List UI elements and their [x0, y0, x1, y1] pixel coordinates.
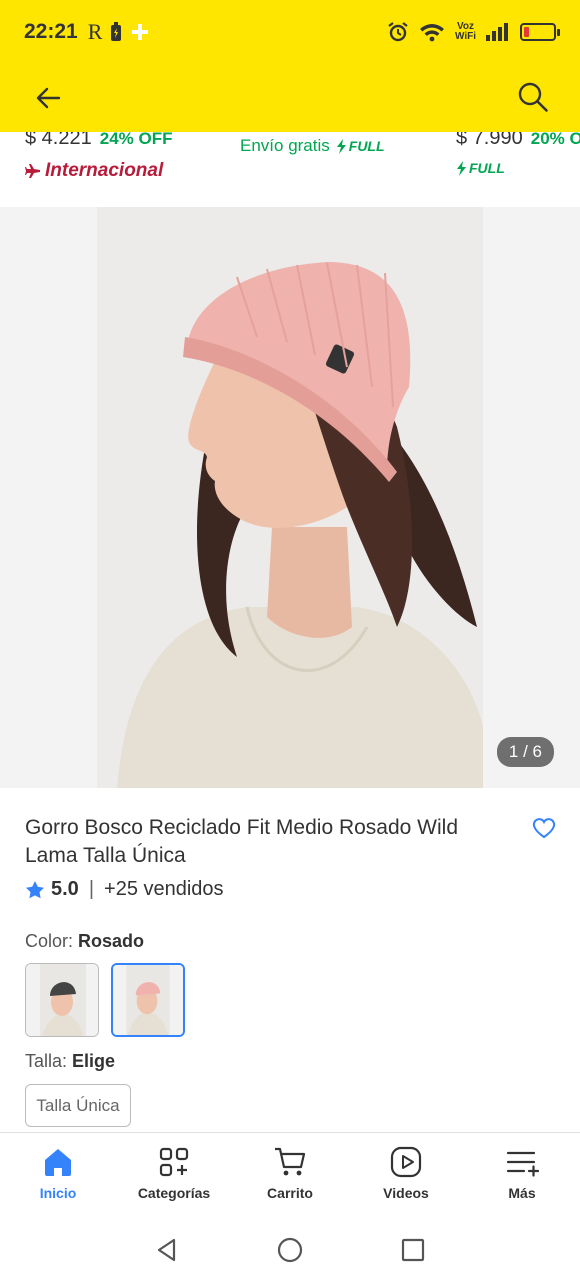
size-value: Elige — [72, 1051, 116, 1071]
swatch-thumbnail — [113, 965, 183, 1035]
tab-label: Categorías — [137, 1185, 211, 1201]
lightning-icon — [336, 138, 346, 154]
free-shipping-label: Envío gratis — [240, 136, 330, 155]
bottom-tab-bar: Inicio Categorías Carrito Videos Más — [0, 1132, 580, 1220]
related-item-price: $ 4.221 — [25, 132, 92, 149]
tab-categorias[interactable]: Categorías — [116, 1133, 232, 1220]
rating-score: 5.0 — [51, 878, 79, 900]
international-label: Internacional — [45, 160, 164, 181]
color-value: Rosado — [78, 931, 145, 951]
swatch-thumbnail — [26, 964, 98, 1036]
lightning-icon — [457, 160, 466, 176]
status-left-icons: R — [88, 19, 151, 45]
color-swatch-pink[interactable] — [111, 963, 185, 1037]
related-item-1[interactable]: $ 4.221 24% OFF Internacional — [25, 132, 172, 182]
more-icon — [506, 1151, 539, 1177]
voz-wifi-indicator: Voz WiFi — [455, 22, 476, 42]
size-label-text: Talla: — [25, 1051, 68, 1071]
related-products-strip: $ 4.221 24% OFF Internacional Envío grati… — [0, 132, 580, 192]
plus-icon — [132, 24, 149, 40]
nav-back-icon[interactable] — [153, 1236, 181, 1264]
related-item-2[interactable]: Envío gratis FULL — [240, 136, 385, 156]
sold-count: +25 vendidos — [104, 878, 224, 900]
product-title: Gorro Bosco Reciclado Fit Medio Rosado W… — [25, 816, 459, 867]
rating-separator: | — [88, 878, 95, 900]
tab-label: Inicio — [39, 1185, 77, 1201]
full-badge: FULL — [336, 138, 385, 154]
wifi-label: WiFi — [454, 31, 476, 42]
related-item-discount: 20% OFF — [530, 132, 580, 148]
battery-icon — [520, 23, 560, 41]
related-item-3[interactable]: $ 7.990 20% OFF FULL — [456, 132, 580, 181]
color-label-text: Color: — [25, 931, 74, 951]
rating-row[interactable]: 5.0 | +25 vendidos — [25, 878, 224, 901]
tab-label: Más — [508, 1185, 536, 1201]
tab-inicio[interactable]: Inicio — [0, 1133, 116, 1220]
related-item-price: $ 7.990 — [456, 132, 523, 149]
tab-videos[interactable]: Videos — [348, 1133, 464, 1220]
tab-label: Videos — [383, 1185, 429, 1201]
status-time: 22:21 — [24, 20, 78, 43]
home-icon — [45, 1149, 71, 1176]
color-swatch-black[interactable] — [25, 963, 99, 1037]
tab-mas[interactable]: Más — [464, 1133, 580, 1220]
tab-label: Carrito — [267, 1185, 313, 1201]
battery-saver-icon — [111, 22, 122, 41]
nav-home-icon[interactable] — [276, 1236, 304, 1264]
product-image-illustration — [97, 207, 483, 788]
international-badge: Internacional — [25, 160, 172, 182]
status-bar: 22:21 R Voz WiFi — [0, 0, 580, 64]
related-item-discount: 24% OFF — [99, 132, 173, 148]
search-icon[interactable] — [516, 80, 550, 114]
full-label: FULL — [348, 138, 385, 154]
full-badge: FULL — [456, 160, 505, 176]
carrier-icon: R — [87, 19, 103, 44]
video-icon — [390, 1146, 422, 1178]
star-icon — [26, 880, 44, 898]
status-right-icons: Voz WiFi — [387, 21, 560, 43]
nav-recents-icon[interactable] — [399, 1236, 427, 1264]
airplane-icon — [25, 164, 40, 178]
heart-icon[interactable] — [532, 816, 556, 840]
size-label: Talla: Elige — [25, 1051, 115, 1072]
gallery-page-counter: 1 / 6 — [496, 737, 554, 767]
cart-icon — [275, 1147, 306, 1176]
full-label: FULL — [469, 160, 505, 176]
signal-icon — [486, 23, 508, 41]
size-option-button[interactable]: Talla Única — [25, 1084, 131, 1127]
wifi-icon — [419, 24, 444, 42]
tab-carrito[interactable]: Carrito — [232, 1133, 348, 1220]
categories-icon — [159, 1147, 189, 1177]
system-navigation-bar — [0, 1220, 580, 1280]
alarm-icon — [388, 22, 408, 42]
back-arrow-icon[interactable] — [32, 82, 64, 114]
app-header — [0, 64, 580, 132]
color-label: Color: Rosado — [25, 931, 144, 952]
product-photo[interactable] — [97, 207, 483, 788]
product-gallery[interactable]: 1 / 6 — [0, 207, 580, 788]
